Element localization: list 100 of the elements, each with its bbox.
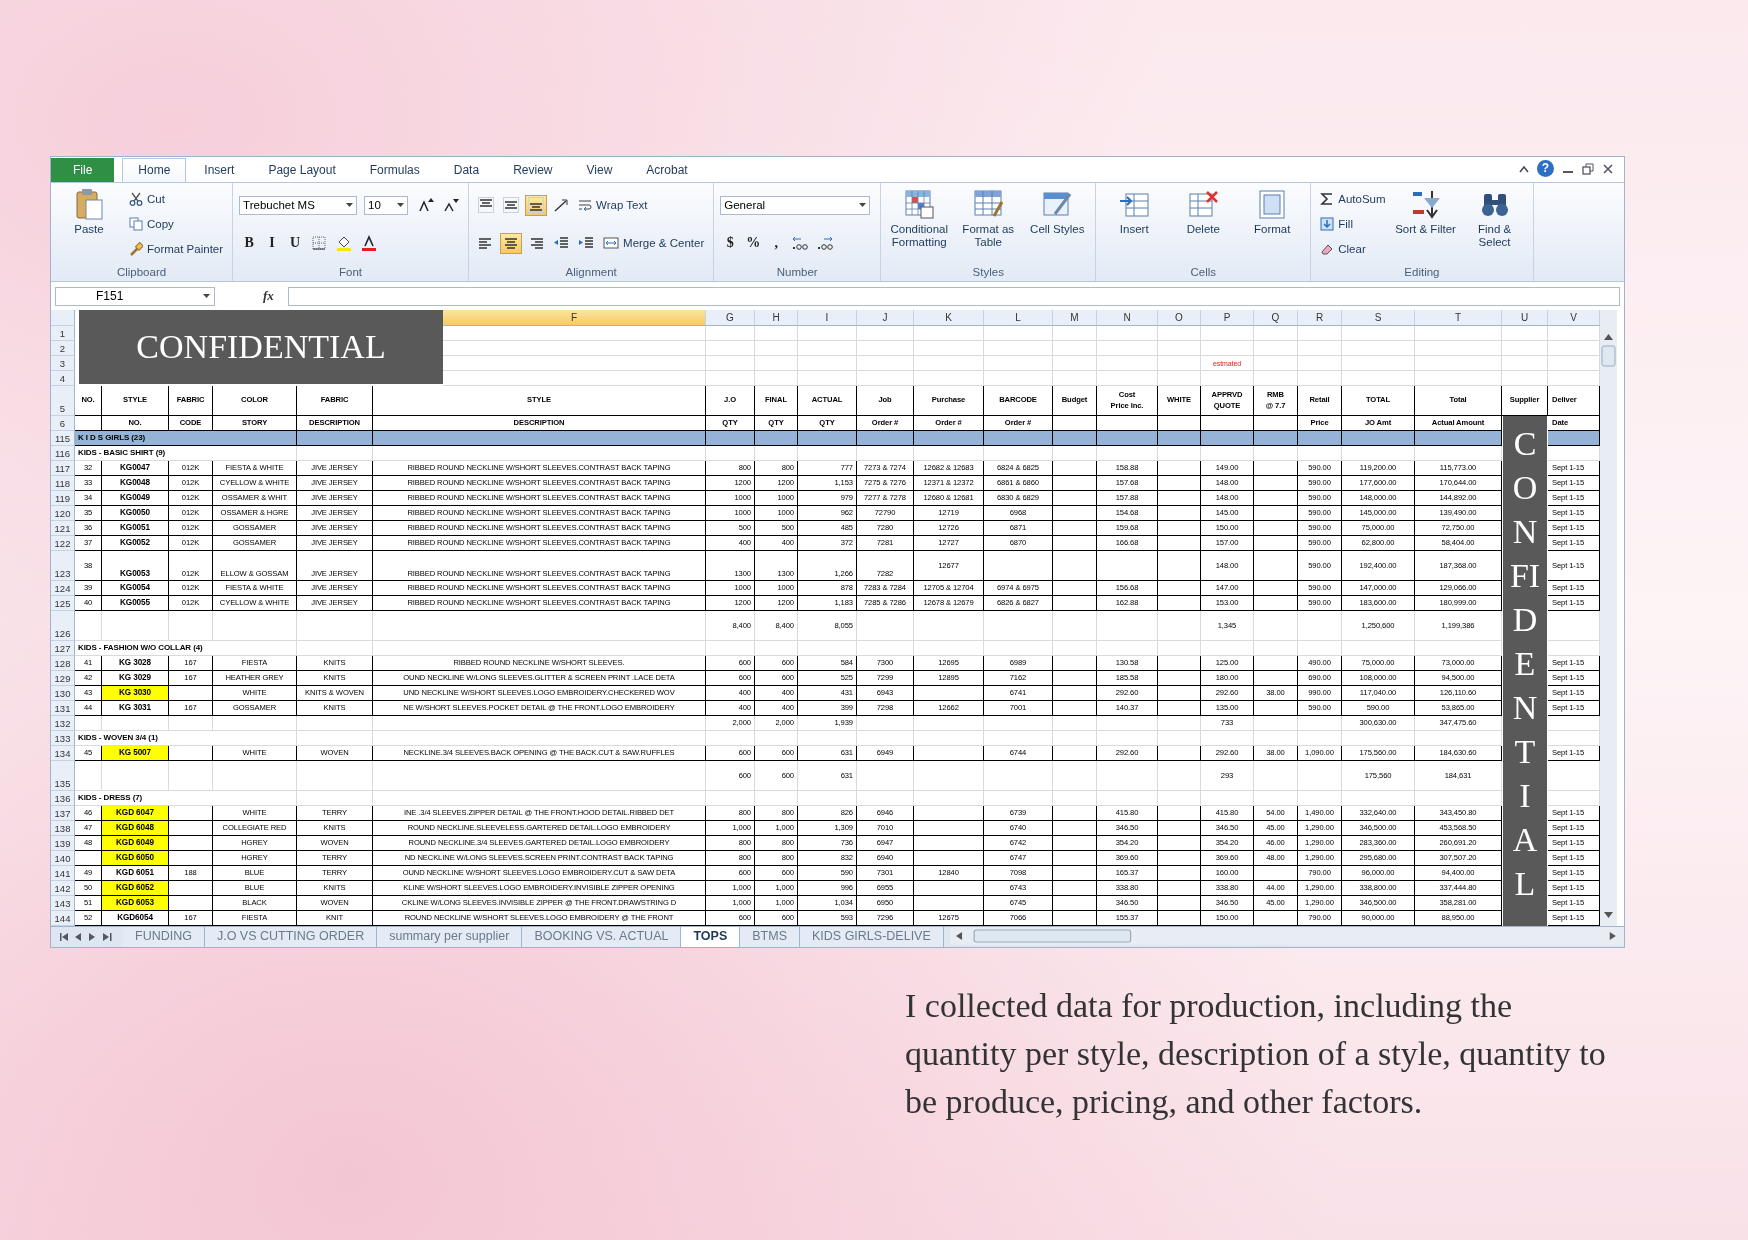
column-header[interactable]: F	[443, 310, 706, 326]
row-number[interactable]: 1	[51, 326, 75, 341]
ribbon-tab[interactable]: Home	[122, 158, 187, 182]
align-center-button[interactable]	[500, 232, 523, 254]
ribbon-button[interactable]: Cut	[126, 190, 168, 207]
sheet-tab[interactable]: BTMS	[740, 927, 800, 947]
toggle-button[interactable]: ,	[766, 233, 787, 253]
vertical-scrollbar[interactable]	[1600, 310, 1617, 926]
row-number[interactable]: 115	[51, 431, 75, 446]
column-header[interactable]: O	[1158, 310, 1201, 326]
row-number[interactable]: 136	[51, 791, 75, 806]
ribbon-button[interactable]: Cell Styles	[1025, 186, 1090, 238]
row-number[interactable]: 134	[51, 746, 75, 761]
ribbon-button[interactable]: Paste	[57, 186, 121, 238]
ribbon-button[interactable]: Wrap Text	[575, 197, 651, 213]
column-header[interactable]: M	[1053, 310, 1097, 326]
close-icon[interactable]	[1602, 162, 1614, 175]
row-number[interactable]: 144	[51, 911, 75, 926]
ribbon-button[interactable]: Merge & Center	[600, 235, 708, 251]
row-number[interactable]: 127	[51, 641, 75, 656]
row-number[interactable]: 125	[51, 596, 75, 611]
row-number[interactable]: 116	[51, 446, 75, 461]
row-number[interactable]: 140	[51, 851, 75, 866]
column-header[interactable]: R	[1298, 310, 1342, 326]
ribbon-tab[interactable]: Data	[437, 158, 496, 182]
file-tab[interactable]: File	[51, 158, 115, 182]
horizontal-scrollbar[interactable]	[949, 927, 1624, 945]
function-button[interactable]: fx	[223, 288, 280, 304]
ribbon-button[interactable]: AutoSum	[1317, 190, 1389, 207]
row-number[interactable]: 143	[51, 896, 75, 911]
toggle-button[interactable]: U	[285, 233, 306, 253]
ribbon-button[interactable]: Copy	[126, 216, 177, 232]
caret-up-icon[interactable]	[1519, 164, 1529, 173]
column-header[interactable]: T	[1415, 310, 1502, 326]
ribbon-tab[interactable]: Insert	[188, 158, 251, 182]
column-header[interactable]: N	[1097, 310, 1158, 326]
name-box[interactable]: F151	[55, 286, 215, 306]
row-number[interactable]: 126	[51, 611, 75, 641]
row-number[interactable]: 137	[51, 806, 75, 821]
ribbon-button[interactable]: Sort & Filter	[1393, 186, 1458, 238]
restore-icon[interactable]	[1582, 162, 1594, 175]
ribbon-button[interactable]: Format as Table	[956, 186, 1021, 251]
help-button[interactable]: ?	[1537, 160, 1554, 177]
ribbon-button[interactable]: Clear	[1317, 241, 1369, 258]
row-number[interactable]: 120	[51, 506, 75, 521]
row-number[interactable]: 129	[51, 671, 75, 686]
row-number[interactable]: 117	[51, 461, 75, 476]
column-header[interactable]: S	[1342, 310, 1415, 326]
formula-input[interactable]	[287, 286, 1620, 306]
sheet-tab[interactable]: TOPS	[681, 927, 741, 947]
column-header[interactable]: L	[984, 310, 1053, 326]
dropdown-field[interactable]: 10	[364, 195, 409, 215]
ribbon-tab[interactable]: View	[570, 158, 629, 182]
ribbon-tab[interactable]: Review	[497, 158, 569, 182]
row-number[interactable]: 118	[51, 476, 75, 491]
column-header[interactable]: K	[914, 310, 984, 326]
toggle-button[interactable]: %	[743, 233, 764, 253]
column-header[interactable]: I	[798, 310, 857, 326]
row-number[interactable]: 133	[51, 731, 75, 746]
row-number[interactable]: 138	[51, 821, 75, 836]
ribbon-button[interactable]: Delete	[1171, 186, 1236, 238]
row-number[interactable]: 123	[51, 551, 75, 581]
ribbon-tab[interactable]: Acrobat	[630, 158, 704, 182]
ribbon-button[interactable]: Find & Select	[1462, 186, 1527, 251]
row-number[interactable]: 142	[51, 881, 75, 896]
row-number[interactable]: 3	[51, 356, 75, 371]
row-number[interactable]: 121	[51, 521, 75, 536]
row-number[interactable]: 2	[51, 341, 75, 356]
column-header[interactable]: H	[755, 310, 798, 326]
row-number[interactable]: 131	[51, 701, 75, 716]
ribbon-button[interactable]: Format Painter	[126, 241, 227, 258]
sheet-navigation-icon[interactable]	[59, 932, 115, 942]
align-bottom-button[interactable]	[525, 194, 548, 216]
ribbon-button[interactable]: Format	[1240, 186, 1305, 238]
column-header[interactable]: Q	[1254, 310, 1298, 326]
row-number[interactable]: 6	[51, 416, 75, 431]
row-number[interactable]: 4	[51, 371, 75, 386]
ribbon-button[interactable]: Fill	[1317, 216, 1356, 232]
ribbon-tab[interactable]: Page Layout	[252, 158, 352, 182]
row-number[interactable]: 122	[51, 536, 75, 551]
row-number[interactable]: 141	[51, 866, 75, 881]
row-number[interactable]: 128	[51, 656, 75, 671]
sheet-tab[interactable]: KIDS GIRLS-DELIVE	[800, 927, 944, 947]
row-number[interactable]: 139	[51, 836, 75, 851]
ribbon-tab[interactable]: Formulas	[353, 158, 436, 182]
ribbon-button[interactable]: Insert	[1102, 186, 1167, 238]
sheet-tab[interactable]: FUNDING	[123, 927, 205, 947]
toggle-button[interactable]: $	[720, 233, 741, 253]
column-header[interactable]: G	[706, 310, 755, 326]
row-number[interactable]: 5	[51, 386, 75, 416]
row-number[interactable]: 130	[51, 686, 75, 701]
sheet-tab[interactable]: summary per supplier	[377, 927, 523, 947]
sheet-tab[interactable]: J.O VS CUTTING ORDER	[204, 927, 378, 947]
column-header[interactable]: U	[1502, 310, 1548, 326]
dropdown-field[interactable]: Trebuchet MS	[239, 195, 358, 215]
row-number[interactable]: 119	[51, 491, 75, 506]
row-number[interactable]: 132	[51, 716, 75, 731]
row-number[interactable]: 124	[51, 581, 75, 596]
ribbon-button[interactable]: Conditional Formatting	[887, 186, 952, 251]
row-number[interactable]: 135	[51, 761, 75, 791]
